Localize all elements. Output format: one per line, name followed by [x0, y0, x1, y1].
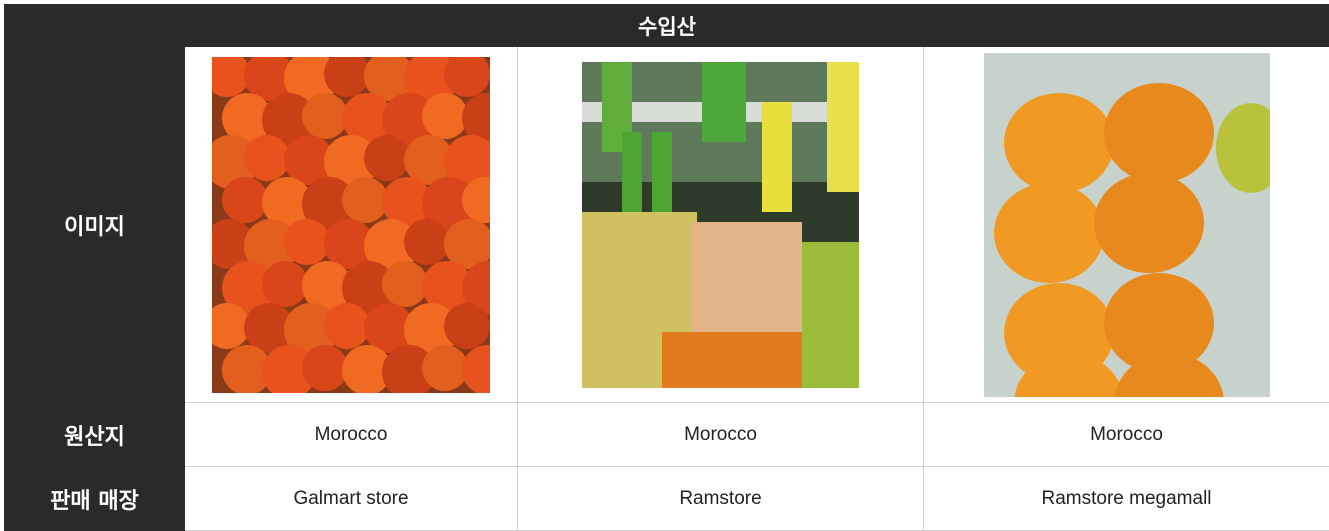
tomato-shape — [444, 302, 490, 349]
row-label-store: 판매 매장 — [4, 466, 185, 531]
market-fruit-display-photo — [582, 61, 859, 388]
tomato-shape — [462, 344, 490, 393]
tangerine-shape — [1093, 172, 1204, 273]
tomato-shape — [444, 56, 490, 97]
import-comparison-table: 수입산 이미지 원산지 Morocco Morocco Morocco 판매 매… — [3, 4, 1329, 531]
origin-cell-1: Morocco — [184, 402, 518, 467]
store-cell-3: Ramstore megamall — [922, 466, 1329, 531]
tomato-photo — [212, 56, 490, 393]
store-cell-1: Galmart store — [184, 466, 518, 531]
product-image-cell-3 — [922, 46, 1329, 403]
origin-cell-3: Morocco — [922, 402, 1329, 467]
tangerine-shape — [993, 182, 1104, 283]
tangerine-shape — [1003, 92, 1114, 193]
green-fruit-shape — [1215, 102, 1270, 193]
store-cell-2: Ramstore — [517, 466, 924, 531]
row-label-origin: 원산지 — [4, 402, 185, 467]
origin-cell-2: Morocco — [517, 402, 924, 467]
table-title: 수입산 — [3, 4, 1329, 47]
tangerines-in-plastic-tray-photo — [983, 52, 1270, 397]
import-comparison-table-wrapper: 수입산 이미지 원산지 Morocco Morocco Morocco 판매 매… — [3, 4, 1329, 531]
tangerine-shape — [1103, 82, 1214, 183]
product-image-cell-1 — [184, 46, 518, 403]
row-label-image: 이미지 — [4, 46, 185, 403]
product-image-cell-2 — [517, 46, 924, 403]
